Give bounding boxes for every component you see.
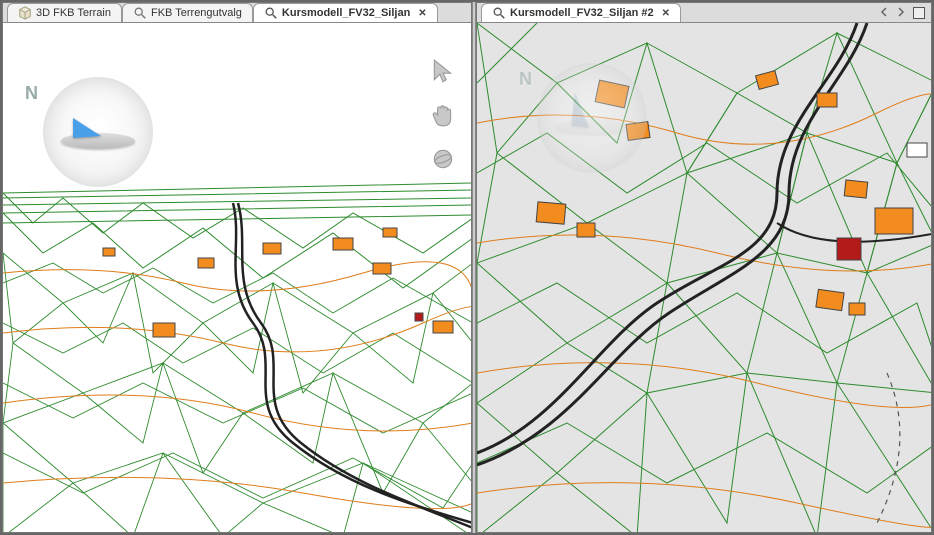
tab-label: Kursmodell_FV32_Siljan #2 — [510, 7, 654, 19]
cube-icon — [18, 6, 32, 20]
tab-kursmodell-siljan-2[interactable]: Kursmodell_FV32_Siljan #2 ✕ — [481, 3, 681, 22]
orbit-globe-icon[interactable] — [429, 145, 457, 173]
tab-label: FKB Terrengutvalg — [151, 7, 242, 19]
left-pane-tabbar: 3D FKB Terrain FKB Terrengutvalg Kursmod… — [3, 3, 471, 23]
close-icon[interactable]: ✕ — [662, 8, 670, 19]
left-3d-viewport[interactable]: N — [3, 23, 471, 532]
tab-3d-fkb-terrain[interactable]: 3D FKB Terrain — [7, 3, 122, 22]
tab-scroll-right-icon[interactable] — [896, 7, 907, 18]
magnifier-icon — [133, 6, 147, 20]
magnifier-icon — [264, 6, 278, 20]
tab-label: Kursmodell_FV32_Siljan — [282, 7, 410, 19]
left-viewport-pane: 3D FKB Terrain FKB Terrengutvalg Kursmod… — [2, 2, 472, 533]
nav-tools — [429, 57, 457, 173]
right-top-viewport[interactable]: N — [477, 23, 931, 532]
terrain-mesh-3d — [3, 23, 472, 533]
maximize-pane-button[interactable] — [913, 7, 925, 19]
close-icon[interactable]: ✕ — [418, 8, 426, 19]
pan-hand-icon[interactable] — [429, 101, 457, 129]
tab-scroll-left-icon[interactable] — [879, 7, 890, 18]
right-pane-tabbar: Kursmodell_FV32_Siljan #2 ✕ — [477, 3, 931, 23]
magnifier-icon — [492, 6, 506, 20]
terrain-mesh-top — [477, 23, 932, 533]
tab-kursmodell-siljan[interactable]: Kursmodell_FV32_Siljan ✕ — [253, 3, 438, 22]
tab-label: 3D FKB Terrain — [36, 7, 111, 19]
tab-fkb-terrengutvalg[interactable]: FKB Terrengutvalg — [122, 3, 253, 22]
right-viewport-pane: Kursmodell_FV32_Siljan #2 ✕ — [476, 2, 932, 533]
select-cursor-icon[interactable] — [429, 57, 457, 85]
